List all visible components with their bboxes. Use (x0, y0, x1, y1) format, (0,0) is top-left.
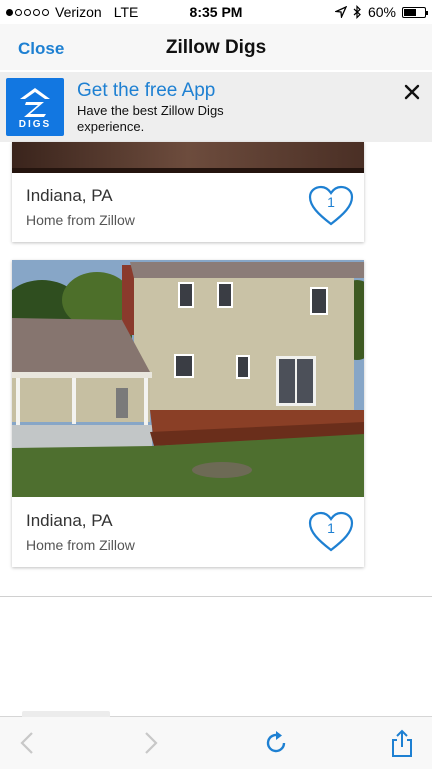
app-install-banner[interactable]: DIGS Get the free App Have the best Zill… (0, 72, 432, 142)
listing-photo[interactable] (12, 260, 364, 497)
bluetooth-icon (353, 5, 361, 19)
listing-source: Home from Zillow (26, 537, 135, 553)
zillow-digs-logo: DIGS (6, 78, 64, 136)
close-icon[interactable] (402, 82, 422, 102)
listing-location: Indiana, PA (26, 186, 113, 205)
back-arrow-icon[interactable] (14, 729, 42, 757)
status-right: 60% (334, 4, 428, 20)
scroll-hint (22, 711, 110, 717)
banner-title[interactable]: Get the free App (77, 80, 215, 102)
banner-subtitle: Have the best Zillow Digs experience. (77, 103, 224, 134)
reload-icon[interactable] (262, 729, 290, 757)
page-title: Zillow Digs (165, 37, 267, 58)
zillow-z-icon (20, 88, 50, 117)
share-icon[interactable] (388, 729, 416, 757)
forward-arrow-icon[interactable] (136, 729, 164, 757)
logo-wordmark: DIGS (18, 119, 52, 130)
nav-bar: Close Zillow Digs (0, 24, 432, 70)
battery-level (404, 8, 416, 16)
location-arrow-icon (334, 6, 347, 18)
content-divider (0, 596, 432, 597)
like-count: 1 (327, 520, 335, 536)
status-bar: Verizon LTE 8:35 PM 60% (0, 0, 432, 24)
listing-source: Home from Zillow (26, 212, 135, 228)
battery-percent: 60% (367, 4, 396, 20)
like-button[interactable]: 1 (308, 185, 354, 227)
browser-toolbar (0, 711, 432, 769)
listing-location: Indiana, PA (26, 511, 113, 530)
listing-photo[interactable] (12, 142, 364, 173)
like-button[interactable]: 1 (308, 511, 354, 553)
listing-card[interactable]: Indiana, PA Home from Zillow 1 (12, 142, 364, 242)
battery-icon (402, 6, 428, 18)
like-count: 1 (327, 194, 335, 210)
listing-card[interactable]: Indiana, PA Home from Zillow 1 (12, 260, 364, 567)
